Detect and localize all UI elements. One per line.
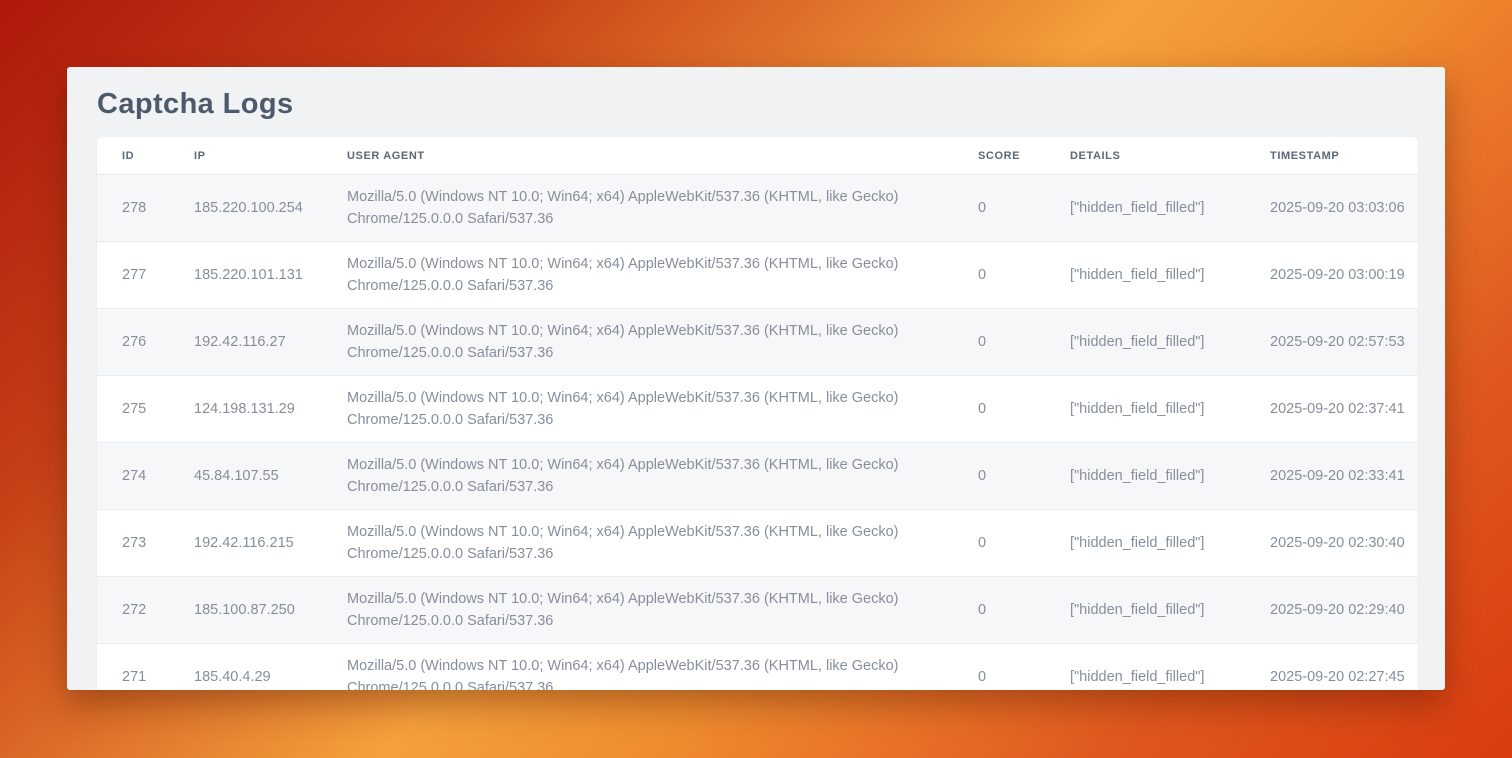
page-title: Captcha Logs	[97, 88, 1445, 121]
table-header: ID IP USER AGENT SCORE DETAILS TIMESTAMP	[97, 137, 1418, 175]
cell-user-agent: Mozilla/5.0 (Windows NT 10.0; Win64; x64…	[347, 376, 978, 443]
cell-id: 273	[97, 510, 194, 577]
column-header-details: DETAILS	[1070, 137, 1270, 175]
cell-details: ["hidden_field_filled"]	[1070, 175, 1270, 242]
cell-ip: 192.42.116.215	[194, 510, 347, 577]
table-row: 272 185.100.87.250 Mozilla/5.0 (Windows …	[97, 577, 1418, 644]
cell-timestamp: 2025-09-20 02:57:53	[1270, 309, 1418, 376]
cell-details: ["hidden_field_filled"]	[1070, 577, 1270, 644]
table-row: 274 45.84.107.55 Mozilla/5.0 (Windows NT…	[97, 443, 1418, 510]
cell-details: ["hidden_field_filled"]	[1070, 242, 1270, 309]
cell-user-agent: Mozilla/5.0 (Windows NT 10.0; Win64; x64…	[347, 577, 978, 644]
column-header-useragent: USER AGENT	[347, 137, 978, 175]
cell-id: 272	[97, 577, 194, 644]
cell-score: 0	[978, 309, 1070, 376]
cell-user-agent: Mozilla/5.0 (Windows NT 10.0; Win64; x64…	[347, 510, 978, 577]
cell-ip: 185.220.101.131	[194, 242, 347, 309]
cell-details: ["hidden_field_filled"]	[1070, 510, 1270, 577]
cell-ip: 185.40.4.29	[194, 644, 347, 691]
cell-id: 277	[97, 242, 194, 309]
cell-timestamp: 2025-09-20 03:00:19	[1270, 242, 1418, 309]
column-header-ip: IP	[194, 137, 347, 175]
table-row: 273 192.42.116.215 Mozilla/5.0 (Windows …	[97, 510, 1418, 577]
cell-score: 0	[978, 644, 1070, 691]
cell-user-agent: Mozilla/5.0 (Windows NT 10.0; Win64; x64…	[347, 644, 978, 691]
cell-user-agent: Mozilla/5.0 (Windows NT 10.0; Win64; x64…	[347, 309, 978, 376]
cell-timestamp: 2025-09-20 02:30:40	[1270, 510, 1418, 577]
logs-table-container: ID IP USER AGENT SCORE DETAILS TIMESTAMP…	[97, 137, 1418, 690]
cell-ip: 185.100.87.250	[194, 577, 347, 644]
cell-user-agent: Mozilla/5.0 (Windows NT 10.0; Win64; x64…	[347, 242, 978, 309]
cell-id: 274	[97, 443, 194, 510]
cell-id: 278	[97, 175, 194, 242]
cell-id: 276	[97, 309, 194, 376]
cell-ip: 192.42.116.27	[194, 309, 347, 376]
table-row: 276 192.42.116.27 Mozilla/5.0 (Windows N…	[97, 309, 1418, 376]
cell-score: 0	[978, 242, 1070, 309]
table-row: 277 185.220.101.131 Mozilla/5.0 (Windows…	[97, 242, 1418, 309]
cell-timestamp: 2025-09-20 02:27:45	[1270, 644, 1418, 691]
cell-id: 275	[97, 376, 194, 443]
cell-ip: 124.198.131.29	[194, 376, 347, 443]
captcha-logs-card: Captcha Logs ID IP USER AGENT SCORE DETA…	[67, 67, 1445, 690]
cell-score: 0	[978, 175, 1070, 242]
cell-user-agent: Mozilla/5.0 (Windows NT 10.0; Win64; x64…	[347, 175, 978, 242]
cell-user-agent: Mozilla/5.0 (Windows NT 10.0; Win64; x64…	[347, 443, 978, 510]
cell-timestamp: 2025-09-20 02:37:41	[1270, 376, 1418, 443]
cell-ip: 45.84.107.55	[194, 443, 347, 510]
cell-score: 0	[978, 510, 1070, 577]
table-row: 271 185.40.4.29 Mozilla/5.0 (Windows NT …	[97, 644, 1418, 691]
cell-details: ["hidden_field_filled"]	[1070, 644, 1270, 691]
cell-score: 0	[978, 376, 1070, 443]
captcha-logs-table: ID IP USER AGENT SCORE DETAILS TIMESTAMP…	[97, 137, 1418, 690]
table-body: 278 185.220.100.254 Mozilla/5.0 (Windows…	[97, 175, 1418, 691]
cell-timestamp: 2025-09-20 02:33:41	[1270, 443, 1418, 510]
cell-score: 0	[978, 577, 1070, 644]
column-header-score: SCORE	[978, 137, 1070, 175]
cell-id: 271	[97, 644, 194, 691]
cell-score: 0	[978, 443, 1070, 510]
cell-timestamp: 2025-09-20 03:03:06	[1270, 175, 1418, 242]
cell-details: ["hidden_field_filled"]	[1070, 443, 1270, 510]
column-header-timestamp: TIMESTAMP	[1270, 137, 1418, 175]
table-row: 275 124.198.131.29 Mozilla/5.0 (Windows …	[97, 376, 1418, 443]
table-row: 278 185.220.100.254 Mozilla/5.0 (Windows…	[97, 175, 1418, 242]
column-header-id: ID	[97, 137, 194, 175]
cell-details: ["hidden_field_filled"]	[1070, 309, 1270, 376]
cell-timestamp: 2025-09-20 02:29:40	[1270, 577, 1418, 644]
cell-details: ["hidden_field_filled"]	[1070, 376, 1270, 443]
cell-ip: 185.220.100.254	[194, 175, 347, 242]
